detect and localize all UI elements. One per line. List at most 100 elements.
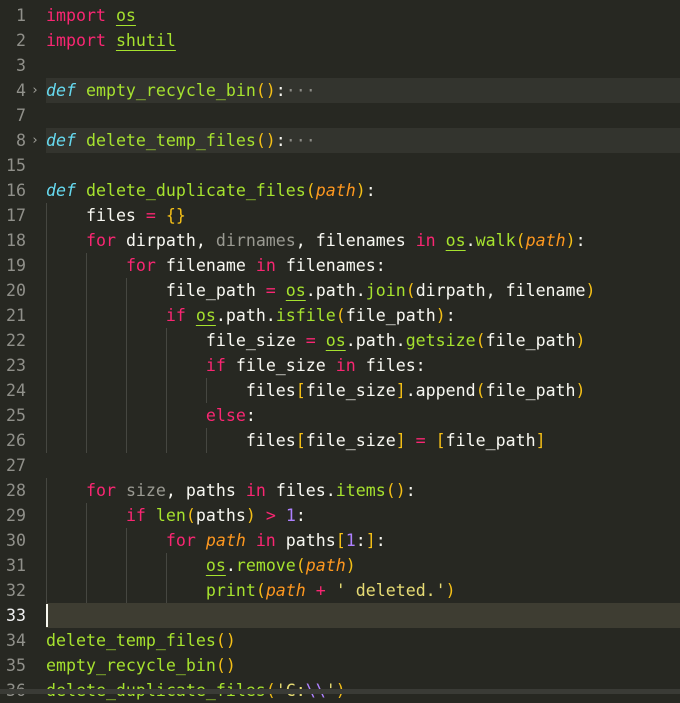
indent-guide [206,378,207,403]
token-param: path [265,581,306,600]
code-line[interactable]: 7 [0,103,680,128]
code-text: if os.path.isfile(file_path): [46,303,680,328]
token-txt: file_size [305,381,396,400]
line-number: 26 [6,431,26,450]
indent-guide [46,553,47,578]
line-number: 16 [6,181,26,200]
token-param: path [205,531,246,550]
token-mod: os [445,231,466,250]
token-num: 1 [285,506,296,525]
code-line[interactable]: 32 print(path + ' deleted.') [0,578,680,603]
folded-ellipsis[interactable]: ··· [286,81,316,100]
code-line[interactable]: 34 delete_temp_files() [0,628,680,653]
token-def: def [46,181,76,200]
code-line[interactable]: 15 [0,153,680,178]
code-text: for dirpath, dirnames, filenames in os.w… [46,228,680,253]
token-mod: os [195,306,216,325]
fold-chevron-icon[interactable]: › [31,78,39,103]
token-txt: files. [275,481,336,500]
token-str: ' deleted.' [335,581,446,600]
code-line[interactable]: 21 if os.path.isfile(file_path): [0,303,680,328]
code-line[interactable]: 26 files[file_size] = [file_path] [0,428,680,453]
token-kw: if [165,306,196,325]
indent-guide [46,253,47,278]
code-line[interactable]: 2 import shutil [0,28,680,53]
indent-guide [86,553,87,578]
token-mod: os [115,6,136,25]
token-br: () [215,631,236,650]
token-kw: in [245,531,286,550]
token-br: ( [295,556,306,575]
token-fn: delete_temp_files [46,631,216,650]
code-line[interactable]: 27 [0,453,680,478]
code-line[interactable]: 18 for dirpath, dirnames, filenames in o… [0,228,680,253]
code-line[interactable]: 19 for filename in filenames: [0,253,680,278]
token-dim: size [125,481,166,500]
code-line[interactable]: 33 [0,603,680,628]
folded-ellipsis[interactable]: ··· [286,131,316,150]
code-line[interactable]: 24 files[file_size].append(file_path) [0,378,680,403]
token-txt: filenames: [285,256,386,275]
token-br: [ [295,431,306,450]
token-txt: : [295,506,306,525]
code-line[interactable]: 20 file_path = os.path.join(dirpath, fil… [0,278,680,303]
code-line[interactable]: 28 for size, paths in files.items(): [0,478,680,503]
code-line[interactable]: 3 [0,53,680,78]
code-line[interactable]: 1 import os [0,3,680,28]
token-fn: isfile [275,306,336,325]
token-br: ( [335,306,346,325]
code-line[interactable]: 35 empty_recycle_bin() [0,653,680,678]
line-number: 15 [6,156,26,175]
code-line[interactable]: 25 else: [0,403,680,428]
token-def: def [46,81,76,100]
code-line[interactable]: 23 if file_size in files: [0,353,680,378]
code-line[interactable]: 16 def delete_duplicate_files(path): [0,178,680,203]
token-txt: file_path [345,306,436,325]
token-txt: : [375,531,386,550]
code-line[interactable]: 17 files = {} [0,203,680,228]
token-txt: . [465,231,476,250]
horizontal-scrollbar[interactable] [0,689,680,694]
indent-guide [86,328,87,353]
indent-guide [46,378,47,403]
code-line[interactable]: 30 for path in paths[1:]: [0,528,680,553]
indent-guide [86,378,87,403]
line-number: 17 [6,206,26,225]
line-number: 34 [6,631,26,650]
line-number: 7 [16,106,26,125]
token-kw: if [205,356,236,375]
token-br: {} [165,206,186,225]
token-br: ( [255,581,266,600]
code-text: for size, paths in files.items(): [46,478,680,503]
indent-guide [166,553,167,578]
token-txt: file_path [485,381,576,400]
token-br: ( [475,331,486,350]
code-text: def empty_recycle_bin():··· [46,78,680,103]
code-text: file_path = os.path.join(dirpath, filena… [46,278,680,303]
code-line[interactable]: 22 file_size = os.path.getsize(file_path… [0,328,680,353]
token-br: ] [535,431,546,450]
indent-guide [166,353,167,378]
code-line[interactable]: 29 if len(paths) > 1: [0,503,680,528]
code-text: else: [46,403,680,428]
code-line[interactable]: 8 › def delete_temp_files():··· [0,128,680,153]
token-br: ( [185,506,196,525]
token-param: path [525,231,566,250]
token-fn: join [365,281,406,300]
code-line[interactable]: 4 › def empty_recycle_bin():··· [0,78,680,103]
code-line[interactable]: 31 os.remove(path) [0,553,680,578]
fold-chevron-icon[interactable]: › [31,128,39,153]
token-txt: dirpath, filename [415,281,586,300]
line-number: 19 [6,256,26,275]
line-number: 1 [16,6,26,25]
code-editor[interactable]: 1 import os 2 import shutil 3 4 › def empty_rec… [0,3,680,703]
token-kw: for [85,481,126,500]
token-kw: = [265,281,286,300]
token-br: ) [445,581,456,600]
